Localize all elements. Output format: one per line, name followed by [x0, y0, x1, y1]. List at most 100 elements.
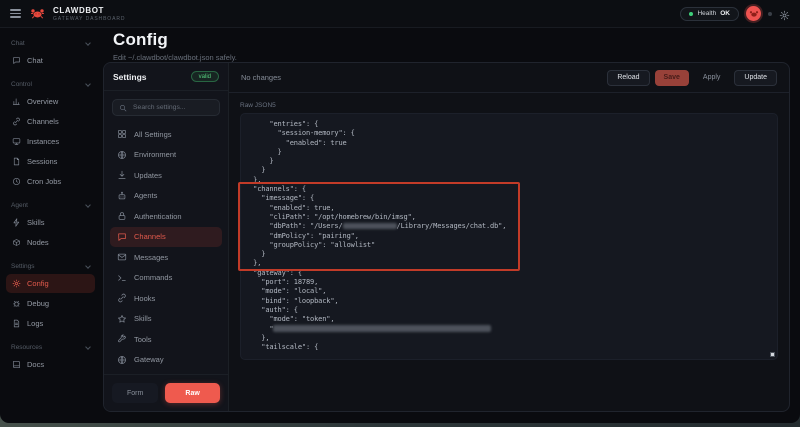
sidebar-item-nodes[interactable]: Nodes	[6, 233, 95, 252]
code-line: "auth": {	[245, 305, 298, 314]
settings-item-environment[interactable]: Environment	[110, 145, 222, 165]
settings-item-label: Agents	[134, 191, 158, 200]
code-line: "channels": {	[245, 185, 306, 194]
raw-view-button[interactable]: Raw	[165, 383, 220, 403]
header-right: Health OK	[680, 6, 790, 21]
code-line: "mode": "token",	[245, 315, 335, 324]
sidebar-item-instances[interactable]: Instances	[6, 132, 95, 151]
raw-json-label: Raw JSON5	[240, 102, 276, 109]
settings-item-authentication[interactable]: Authentication	[110, 206, 222, 226]
sidebar-section-chat[interactable]: Chat	[6, 38, 95, 51]
settings-item-channels[interactable]: Channels	[110, 226, 222, 247]
brand-subtitle: GATEWAY DASHBOARD	[53, 15, 126, 22]
settings-item-label: Channels	[134, 232, 166, 241]
sidebar-item-label: Chat	[27, 56, 43, 65]
sidebar-item-label: Debug	[27, 299, 50, 308]
avatar-button[interactable]	[746, 6, 761, 21]
sidebar-item-config[interactable]: Config	[6, 274, 95, 293]
valid-badge: valid	[190, 71, 219, 82]
code-line: "gateway": {	[245, 268, 302, 277]
code-line: "enabled": true,	[245, 203, 335, 212]
sidebar-item-skills[interactable]: Skills	[6, 213, 95, 232]
sidebar-item-overview[interactable]: Overview	[6, 92, 95, 111]
settings-item-hooks[interactable]: Hooks	[110, 288, 222, 308]
sidebar-item-channels[interactable]: Channels	[6, 112, 95, 131]
sidebar-section-control[interactable]: Control	[6, 79, 95, 92]
sidebar-item-label: Logs	[27, 319, 44, 328]
settings-gear-icon[interactable]	[779, 8, 790, 21]
settings-item-commands[interactable]: Commands	[110, 268, 222, 288]
settings-panel: Settings valid All Settings Environment Up…	[104, 63, 229, 411]
chevron-down-icon	[85, 262, 91, 269]
toolbar-buttons: Reload Save Apply Update	[607, 69, 777, 86]
sidebar-item-debug[interactable]: Debug	[6, 294, 95, 313]
code-line: "bind": "loopback",	[245, 296, 339, 305]
code-line: },	[245, 259, 262, 268]
settings-item-label: Tools	[134, 334, 152, 344]
update-button[interactable]: Update	[734, 69, 777, 86]
sidebar-section-agent[interactable]: Agent	[6, 200, 95, 213]
code-line: "session-memory": {	[245, 129, 355, 138]
json-editor[interactable]: "entries": { "session-memory": { "enable…	[238, 113, 778, 361]
sidebar-section-resources[interactable]: Resources	[6, 342, 95, 355]
resize-handle[interactable]	[770, 352, 775, 358]
editor-content: No changes Reload Save Apply Update Raw JSO…	[229, 63, 789, 411]
code-line: }	[245, 157, 274, 166]
settings-item-label: Updates	[134, 170, 162, 180]
editor-toolbar: No changes Reload Save Apply Update	[229, 63, 789, 93]
terminal-icon	[117, 273, 127, 283]
chat-icon	[117, 232, 127, 242]
apply-button[interactable]: Apply	[694, 70, 730, 86]
header-left: CLAWDBOT GATEWAY DASHBOARD	[10, 6, 125, 22]
link-icon	[117, 293, 127, 303]
status-dot	[768, 11, 772, 16]
cron-icon	[12, 177, 21, 186]
menu-icon[interactable]	[10, 7, 21, 19]
settings-item-skills[interactable]: Skills	[110, 309, 222, 329]
download-icon	[117, 170, 127, 180]
debug-icon	[12, 299, 21, 308]
settings-item-label: Environment	[134, 150, 177, 159]
sidebar-item-label: Docs	[27, 360, 45, 369]
sidebar-item-docs[interactable]: Docs	[6, 355, 95, 374]
search-icon	[119, 104, 127, 112]
logs-icon	[12, 319, 21, 328]
chat-icon	[12, 56, 21, 65]
code-lines: "entries": { "session-memory": { "enable…	[245, 120, 771, 352]
instances-icon	[12, 137, 21, 146]
settings-item-label: All Settings	[134, 129, 172, 139]
settings-item-messages[interactable]: Messages	[110, 247, 222, 267]
code-line: "dbPath": "/Users//Library/Messages/chat…	[245, 222, 507, 231]
code-line: "entries": {	[245, 120, 319, 128]
settings-item-all-settings[interactable]: All Settings	[110, 124, 222, 144]
settings-search-input[interactable]	[131, 103, 213, 112]
page-head: Config Edit ~/.clawdbot/clawdbot.json sa…	[113, 30, 237, 62]
settings-item-updates[interactable]: Updates	[110, 165, 222, 185]
form-view-button[interactable]: Form	[112, 383, 159, 403]
chevron-down-icon	[85, 201, 91, 208]
save-button[interactable]: Save	[654, 69, 689, 86]
sidebar-item-label: Cron Jobs	[27, 177, 62, 186]
sidebar-item-chat[interactable]: Chat	[6, 51, 95, 70]
settings-item-agents[interactable]: Agents	[110, 186, 222, 206]
docs-icon	[12, 360, 21, 369]
settings-item-gateway[interactable]: Gateway	[110, 350, 222, 370]
sidebar-item-sessions[interactable]: Sessions	[6, 152, 95, 171]
mail-icon	[117, 252, 127, 262]
code-line: "	[245, 325, 771, 334]
brand-name: CLAWDBOT	[53, 5, 105, 15]
settings-nav-items: All Settings Environment Updates Agents Auth…	[104, 121, 228, 374]
star-icon	[117, 314, 127, 324]
settings-item-label: Skills	[134, 314, 152, 323]
sidebar-item-cron-jobs[interactable]: Cron Jobs	[6, 172, 95, 191]
settings-panel-title: Settings	[113, 71, 147, 82]
nodes-icon	[12, 238, 21, 247]
sidebar-item-label: Instances	[27, 137, 60, 146]
sidebar-item-logs[interactable]: Logs	[6, 314, 95, 333]
reload-button[interactable]: Reload	[607, 69, 650, 86]
sidebar-section-settings[interactable]: Settings	[6, 261, 95, 274]
settings-item-tools[interactable]: Tools	[110, 329, 222, 349]
settings-item-label: Commands	[134, 273, 173, 282]
code-line: }	[245, 166, 266, 175]
code-line: "port": 18789,	[245, 278, 319, 287]
